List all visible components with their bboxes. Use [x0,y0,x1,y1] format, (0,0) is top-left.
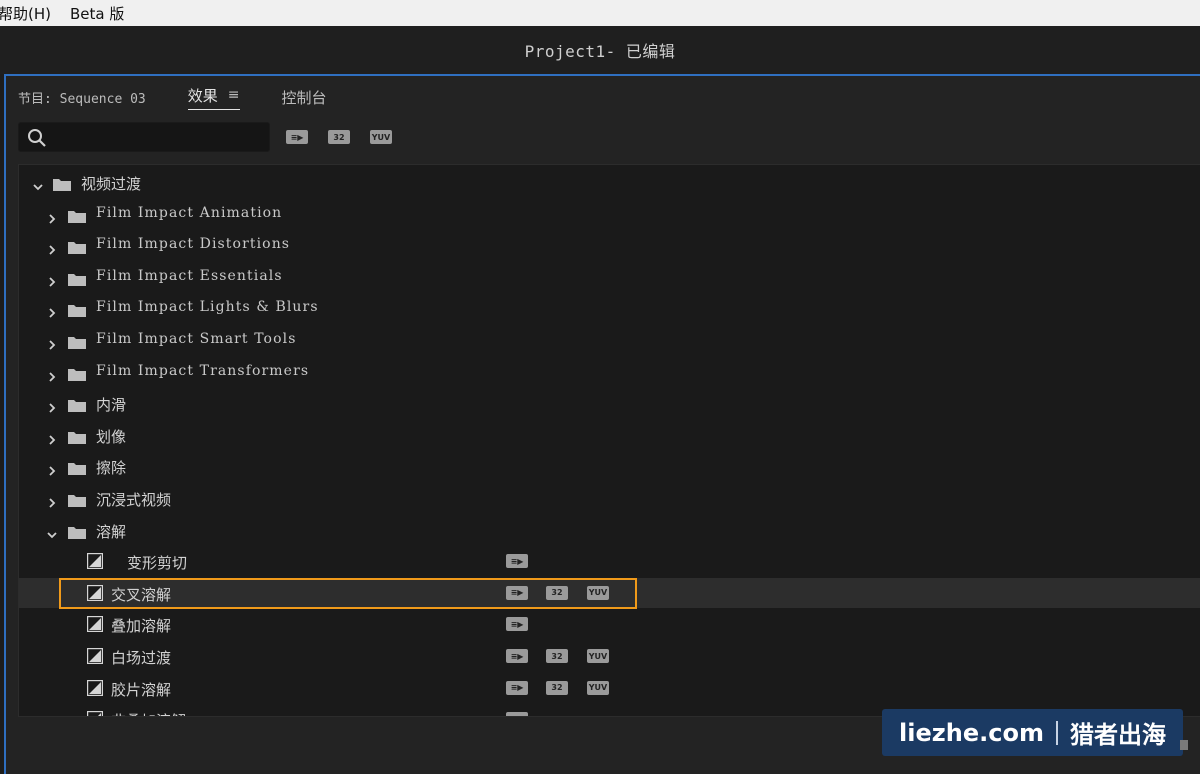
folder-icon [68,302,86,318]
watermark: liezhe.com 猎者出海 [882,709,1183,756]
tree-folder-row[interactable]: Film Impact Lights & Blurs [19,293,1200,323]
search-icon [28,129,46,147]
folder-icon [68,524,86,539]
menu-help[interactable]: 帮助(H) [0,3,60,24]
tree-effect-label: 白场过渡 [111,649,172,667]
tree-folder-row[interactable]: 擦除 [19,451,1200,481]
tree-effect-label: 叠加溶解 [111,617,172,636]
watermark-brand: 猎者出海 [1069,721,1166,749]
tree-folder-label: 沉浸式视频 [96,491,172,509]
filter-badges: ≡▶ 32 YUV [286,130,412,144]
search-input[interactable] [18,122,270,152]
32bit-badge-icon: 32 [546,649,568,663]
chevron-right-icon[interactable] [47,240,57,255]
folder-icon [68,397,86,413]
panel-menu-icon[interactable]: ≡ [228,87,240,103]
video-transition-icon [86,710,104,716]
tree-effect-row[interactable]: 变形剪切 ≡▶ [19,546,1200,576]
tab-program[interactable]: 节目: Sequence 03 [18,88,146,107]
yuv-badge-icon: YUV [587,680,609,695]
search-row: ≡▶ 32 YUV [18,122,412,152]
folder-icon [68,271,86,286]
tree-folder-row[interactable]: Film Impact Transformers [19,357,1200,387]
watermark-domain: liezhe.com [899,718,1044,747]
watermark-divider [1055,720,1058,745]
tree-effect-label: 变形剪切 [127,554,188,573]
tree-folder-label: Film Impact Smart Tools [96,331,297,347]
effects-panel: 节目: Sequence 03 效果 ≡ 控制台 ≡▶ 32 YUV 视频过渡 F… [4,74,1200,774]
video-transition-icon [86,679,104,696]
menu-beta[interactable]: Beta 版 [70,3,133,24]
chevron-right-icon[interactable] [47,367,57,382]
accelerated-effects-filter-icon[interactable]: ≡▶ [286,130,308,144]
chevron-right-icon[interactable] [47,272,57,287]
selection-annotation-box [59,578,637,609]
tree-effect-row[interactable]: 胶片溶解 ≡▶ 32 YUV [19,673,1200,703]
tree-folder-row[interactable]: Film Impact Smart Tools [19,325,1200,355]
tree-folder-row[interactable]: 沉浸式视频 [19,483,1200,513]
tree-folder-label: Film Impact Distortions [96,236,291,253]
chevron-right-icon[interactable] [47,209,57,224]
chevron-right-icon[interactable] [47,461,57,477]
32bit-badge-icon: 32 [546,680,568,695]
accelerated-effect-badge-icon: ≡▶ [506,649,528,663]
32bit-filter-icon[interactable]: 32 [328,130,350,144]
resize-grip-icon[interactable] [1180,740,1188,750]
tree-folder-label: 划像 [96,427,127,446]
tab-effects[interactable]: 效果 ≡ [187,85,240,110]
tree-folder-row[interactable]: Film Impact Distortions [19,230,1200,260]
tree-folder-row[interactable]: Film Impact Essentials [19,262,1200,292]
tree-root-label: 视频过渡 [81,175,142,193]
video-transition-icon [86,552,104,570]
tree-folder-label: 擦除 [96,459,127,478]
tree-folder-label: Film Impact Animation [96,204,283,221]
yuv-filter-icon[interactable]: YUV [370,130,392,144]
tree-folder-label: Film Impact Transformers [96,362,310,379]
effects-tree: 视频过渡 Film Impact Animation Film Impact Dis… [18,164,1200,717]
chevron-right-icon[interactable] [47,493,57,508]
tab-console[interactable]: 控制台 [282,87,327,108]
chevron-right-icon[interactable] [47,335,57,350]
accelerated-effect-badge-icon: ≡▶ [506,712,528,716]
tree-effect-row[interactable]: 叠加溶解 ≡▶ [19,609,1200,639]
window-title: Project1- 已编辑 [0,26,1200,74]
tree-folder-row[interactable]: 视频过渡 [19,167,1200,197]
tree-folder-row[interactable]: 划像 [19,420,1200,450]
yuv-badge-icon: YUV [587,649,609,663]
tree-effect-label: 非叠加溶解 [111,710,186,716]
accelerated-effect-badge-icon: ≡▶ [506,554,528,569]
tree-folder-row[interactable]: Film Impact Animation [19,199,1200,229]
folder-icon [68,334,86,349]
tree-folder-label: Film Impact Essentials [96,267,283,284]
folder-icon [68,366,86,381]
folder-icon [68,239,86,255]
folder-icon [68,429,86,444]
chevron-right-icon[interactable] [47,303,57,319]
tree-folder-row[interactable]: 内滑 [19,388,1200,418]
tree-folder-label: Film Impact Lights & Blurs [96,299,319,316]
folder-icon [53,176,71,191]
chevron-right-icon[interactable] [47,430,57,445]
accelerated-effect-badge-icon: ≡▶ [506,680,528,695]
chevron-down-icon[interactable] [47,525,57,538]
video-transition-icon [86,616,104,633]
accelerated-effect-badge-icon: ≡▶ [506,617,528,632]
panel-tabs: 节目: Sequence 03 效果 ≡ 控制台 [18,82,369,112]
folder-icon [68,492,86,507]
video-transition-icon [86,647,104,665]
tree-folder-label: 内滑 [96,396,127,415]
tree-effect-row[interactable]: 白场过渡 ≡▶ 32 YUV [19,641,1200,671]
tree-folder-label: 溶解 [96,522,127,541]
tree-effect-label: 胶片溶解 [111,680,172,699]
tab-effects-label: 效果 [187,86,218,105]
chevron-down-icon[interactable] [33,177,43,191]
folder-icon [68,208,86,223]
menu-bar: 帮助(H) Beta 版 [0,0,1200,26]
folder-icon [68,460,86,476]
tree-folder-row[interactable]: 溶解 [19,515,1200,545]
chevron-right-icon[interactable] [47,398,57,413]
